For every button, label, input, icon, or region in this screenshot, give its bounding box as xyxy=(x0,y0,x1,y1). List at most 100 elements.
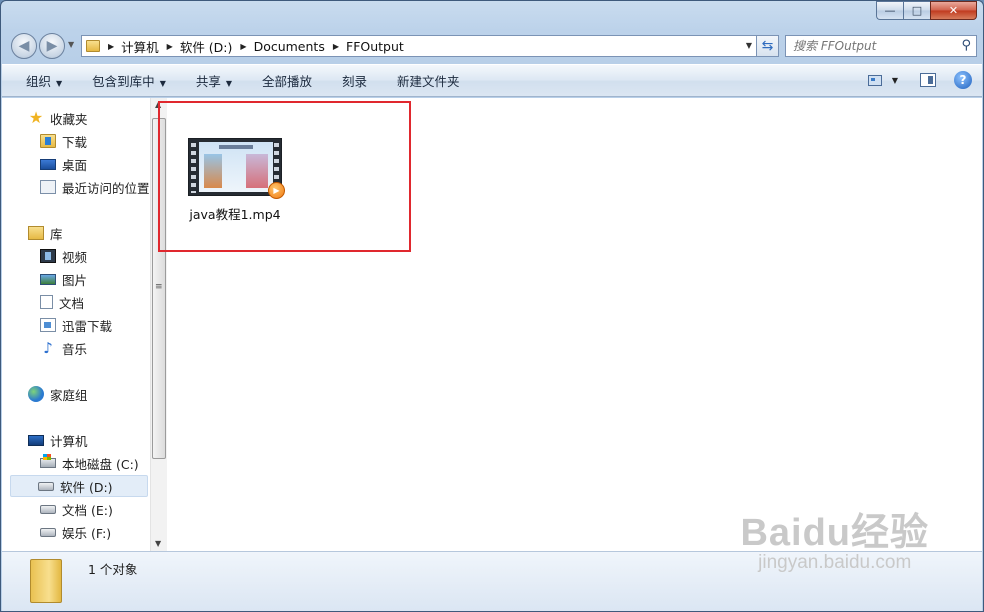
file-name: java教程1.mp4 xyxy=(189,207,281,222)
sidebar-item-favorites[interactable]: ★ 收藏夹 xyxy=(28,107,88,129)
watermark-title: Baidu经验 xyxy=(740,512,929,554)
picture-library-icon xyxy=(40,273,56,285)
play-all-button[interactable]: 全部播放 xyxy=(262,71,312,90)
drive-icon xyxy=(40,527,56,537)
sidebar-item-homegroup[interactable]: 家庭组 xyxy=(28,383,88,405)
sidebar-item-music[interactable]: ♪ 音乐 xyxy=(40,337,87,359)
breadcrumb-chevron-icon[interactable]: ▶ xyxy=(240,42,246,51)
navigation-pane: ★ 收藏夹 下载 桌面 最近访问的位置 库 视频 图片 文档 迅雷下载 ♪ 音乐… xyxy=(2,98,150,551)
chevron-down-icon: ▼ xyxy=(159,79,166,88)
address-bar[interactable]: ▶ 计算机 ▶ 软件 (D:) ▶ Documents ▶ FFOutput ▼ xyxy=(81,35,757,57)
preview-pane-icon[interactable] xyxy=(920,73,936,87)
view-options-dropdown[interactable]: ▼ xyxy=(892,76,898,85)
folder-icon xyxy=(86,40,100,52)
explorer-window: — □ ✕ ◀ ▶ ▼ ▶ 计算机 ▶ 软件 (D:) ▶ Documents … xyxy=(0,0,984,612)
sidebar-item-drive-c[interactable]: 本地磁盘 (C:) xyxy=(40,452,139,474)
sidebar-item-label: 库 xyxy=(50,226,63,242)
sidebar-item-label: 下载 xyxy=(62,134,88,150)
view-controls: ▼ ? xyxy=(867,71,972,89)
maximize-button[interactable]: □ xyxy=(903,1,930,20)
content-area: ★ 收藏夹 下载 桌面 最近访问的位置 库 视频 图片 文档 迅雷下载 ♪ 音乐… xyxy=(2,98,982,551)
minimize-button[interactable]: — xyxy=(876,1,903,20)
document-library-icon xyxy=(40,295,53,309)
sidebar-item-label: 软件 (D:) xyxy=(60,479,113,495)
recent-pages-dropdown[interactable]: ▼ xyxy=(68,40,74,49)
sidebar-item-libraries[interactable]: 库 xyxy=(28,222,63,244)
include-in-library-label: 包含到库中 xyxy=(92,74,155,89)
recent-places-icon xyxy=(40,180,56,194)
folder-icon xyxy=(30,559,62,603)
breadcrumb-ffoutput[interactable]: FFOutput xyxy=(346,39,404,54)
command-bar: 组织 ▼ 包含到库中 ▼ 共享 ▼ 全部播放 刻录 新建文件夹 ▼ ? xyxy=(2,64,982,97)
chevron-down-icon: ▼ xyxy=(56,79,63,88)
sidebar-item-label: 视频 xyxy=(62,249,88,265)
sidebar-item-desktop[interactable]: 桌面 xyxy=(40,153,87,175)
caption-buttons: — □ ✕ xyxy=(876,1,977,20)
new-folder-button[interactable]: 新建文件夹 xyxy=(397,71,460,90)
share-label: 共享 xyxy=(195,74,221,89)
sidebar-item-computer[interactable]: 计算机 xyxy=(28,429,88,451)
back-arrow-icon: ◀ xyxy=(18,38,30,54)
breadcrumb-computer[interactable]: 计算机 xyxy=(121,37,159,56)
back-button[interactable]: ◀ xyxy=(11,33,37,59)
sidebar-item-label: 图片 xyxy=(62,272,88,288)
breadcrumb-drive-d[interactable]: 软件 (D:) xyxy=(180,37,233,56)
breadcrumb-chevron-icon[interactable]: ▶ xyxy=(108,42,114,51)
breadcrumb-documents[interactable]: Documents xyxy=(254,39,325,54)
download-folder-icon xyxy=(40,134,56,148)
item-count: 1 个对象 xyxy=(88,562,138,577)
grip-icon: ≡ xyxy=(155,282,163,292)
sidebar-item-label: 家庭组 xyxy=(50,387,88,403)
drive-icon xyxy=(40,504,56,514)
sidebar-item-label: 最近访问的位置 xyxy=(62,180,150,196)
sidebar-item-videos[interactable]: 视频 xyxy=(40,245,87,267)
xunlei-icon xyxy=(40,318,56,332)
refresh-icon: ⇆ xyxy=(761,38,774,54)
watermark-url: jingyan.baidu.com xyxy=(758,552,912,573)
burn-button[interactable]: 刻录 xyxy=(342,71,367,90)
refresh-button[interactable]: ⇆ xyxy=(757,35,779,57)
sidebar-item-drive-e[interactable]: 文档 (E:) xyxy=(40,498,113,520)
forward-button[interactable]: ▶ xyxy=(39,33,65,59)
sidebar-item-drive-f[interactable]: 娱乐 (F:) xyxy=(40,521,111,543)
breadcrumb-chevron-icon[interactable]: ▶ xyxy=(167,42,173,51)
star-icon: ★ xyxy=(28,108,44,127)
homegroup-icon xyxy=(28,386,44,402)
breadcrumb-chevron-icon[interactable]: ▶ xyxy=(333,42,339,51)
search-icon[interactable]: ⚲ xyxy=(961,38,971,53)
sidebar-item-label: 计算机 xyxy=(50,433,88,449)
sidebar-item-label: 音乐 xyxy=(62,341,88,357)
sidebar-item-documents[interactable]: 文档 xyxy=(40,291,84,313)
close-button[interactable]: ✕ xyxy=(930,1,977,20)
drive-icon xyxy=(38,481,54,491)
organize-menu[interactable]: 组织 ▼ xyxy=(26,71,62,90)
play-icon: ▶ xyxy=(268,182,285,199)
sidebar-item-label: 文档 xyxy=(59,295,85,311)
sidebar-item-label: 桌面 xyxy=(62,157,88,173)
share-menu[interactable]: 共享 ▼ xyxy=(196,71,232,90)
desktop-icon xyxy=(40,158,56,170)
file-item[interactable]: ▶ java教程1.mp4 xyxy=(180,138,290,223)
help-icon[interactable]: ? xyxy=(954,71,972,89)
video-library-icon xyxy=(40,249,56,263)
file-list: ▶ java教程1.mp4 xyxy=(158,98,982,551)
organize-label: 组织 xyxy=(26,74,52,89)
search-input[interactable] xyxy=(786,36,946,56)
sidebar-item-downloads[interactable]: 下载 xyxy=(40,130,87,152)
sidebar-item-drive-d[interactable]: 软件 (D:) xyxy=(10,475,148,497)
scroll-down-icon[interactable]: ▼ xyxy=(155,539,161,548)
sidebar-item-label: 迅雷下载 xyxy=(62,318,113,334)
forward-arrow-icon: ▶ xyxy=(46,38,58,54)
sidebar-item-xunlei[interactable]: 迅雷下载 xyxy=(40,314,112,336)
chevron-down-icon: ▼ xyxy=(225,79,233,88)
video-file-icon: ▶ xyxy=(188,138,285,199)
address-dropdown-icon[interactable]: ▼ xyxy=(746,41,752,50)
sidebar-item-label: 文档 (E:) xyxy=(62,502,113,518)
change-view-icon[interactable] xyxy=(867,74,882,86)
sidebar-item-label: 娱乐 (F:) xyxy=(62,525,112,541)
include-in-library-menu[interactable]: 包含到库中 ▼ xyxy=(92,71,166,90)
sidebar-item-recent-places[interactable]: 最近访问的位置 xyxy=(40,176,150,198)
computer-icon xyxy=(28,434,44,446)
sidebar-item-pictures[interactable]: 图片 xyxy=(40,268,87,290)
system-drive-icon xyxy=(40,454,56,468)
